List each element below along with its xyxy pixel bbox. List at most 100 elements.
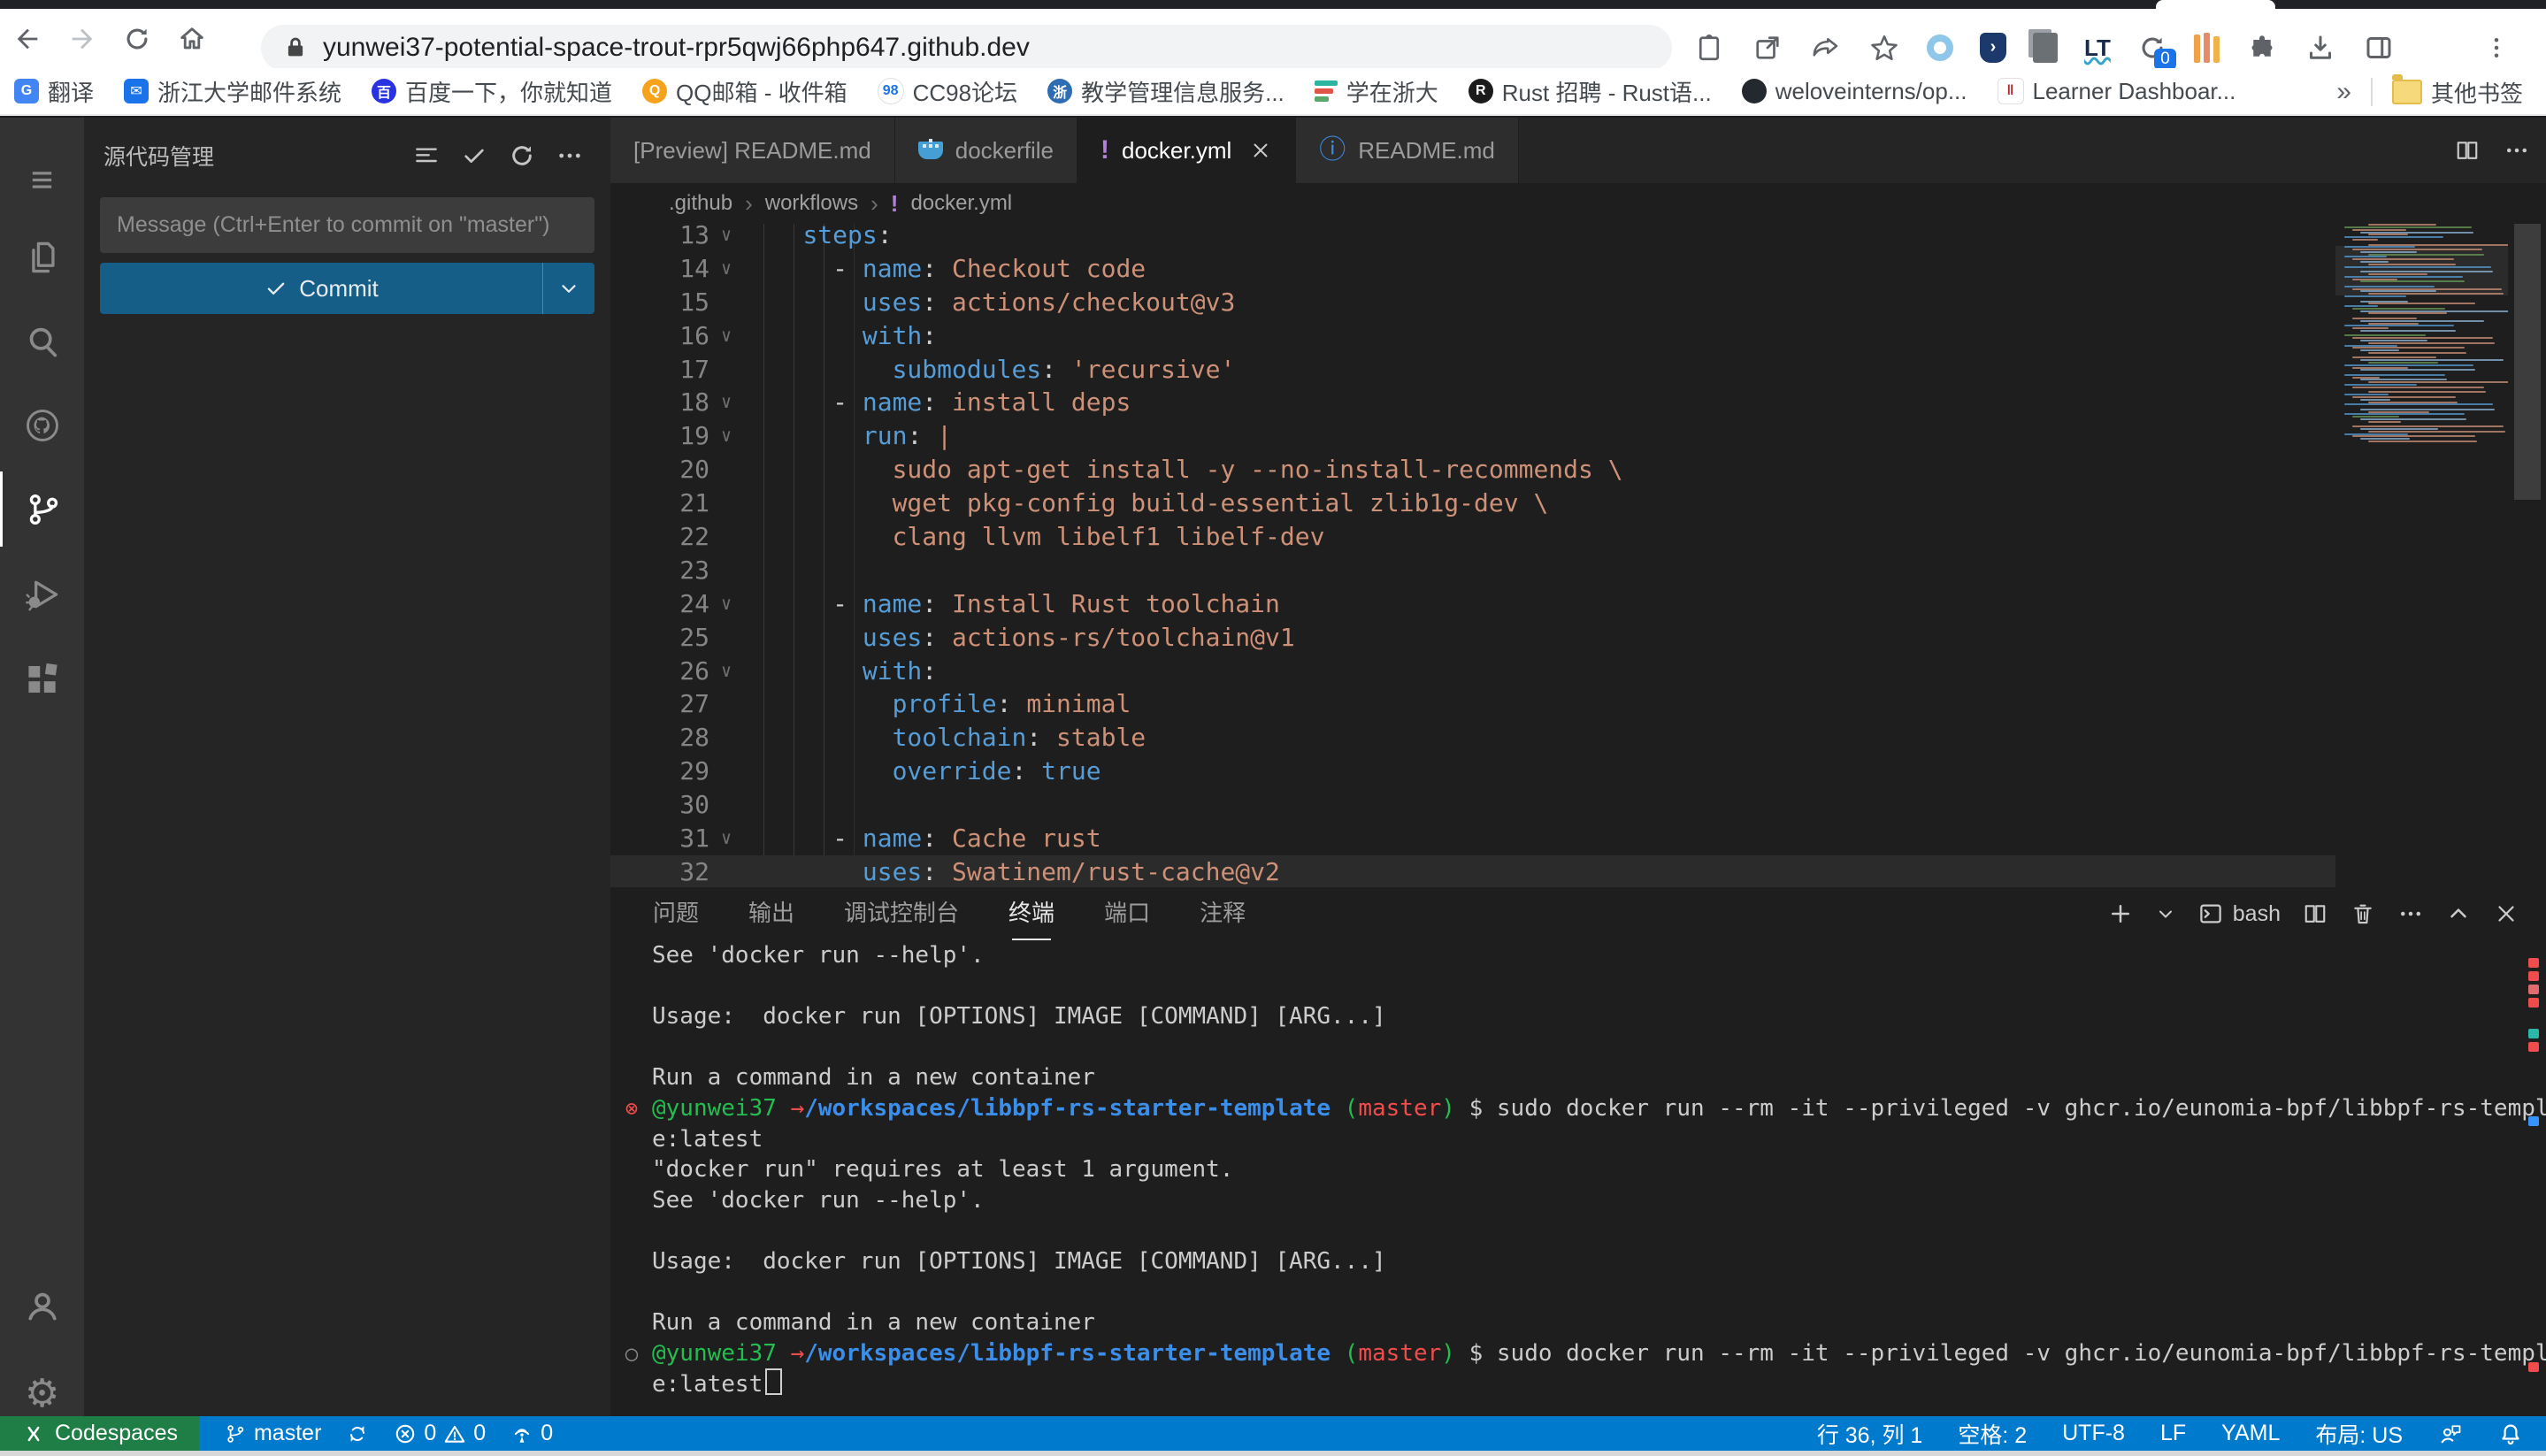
ring-extension-icon[interactable]	[1927, 34, 1953, 61]
panel-tab-2[interactable]: 调试控制台	[844, 895, 959, 933]
activity-item-menu[interactable]: ≡	[0, 142, 84, 218]
browser-menu-icon[interactable]	[2483, 32, 2510, 64]
status-indentation[interactable]: 空格: 2	[1958, 1418, 2027, 1450]
side-panel-icon[interactable]	[2363, 32, 2395, 64]
minimap-line	[2368, 323, 2419, 325]
commit-check-icon[interactable]	[460, 142, 488, 170]
panel-tab-0[interactable]: 问题	[653, 895, 699, 933]
activity-item-explorer[interactable]	[0, 219, 84, 295]
bookmark-favicon	[1742, 79, 1767, 103]
status-encoding[interactable]: UTF-8	[2062, 1421, 2125, 1446]
view-as-list-icon[interactable]	[412, 142, 441, 170]
editor-more-icon[interactable]	[2504, 137, 2530, 164]
bookmark-item[interactable]: QQQ邮箱 - 收件箱	[642, 75, 847, 108]
bookmark-star-icon[interactable]	[1868, 32, 1900, 64]
bookmark-item[interactable]: ‖Learner Dashboar...	[1998, 78, 2236, 105]
open-external-icon[interactable]	[1752, 32, 1783, 64]
terminal-profile-chevron-icon[interactable]	[2155, 900, 2176, 927]
panel-tab-5[interactable]: 注释	[1200, 895, 1246, 933]
panel-tab-3[interactable]: 终端	[1008, 895, 1054, 933]
downloads-icon[interactable]	[2304, 32, 2336, 64]
breadcrumb[interactable]: .github›workflows›!docker.yml	[610, 183, 2546, 224]
bookmark-item[interactable]: ✉浙江大学邮件系统	[124, 75, 341, 108]
minimap-line	[2368, 411, 2429, 413]
kill-terminal-icon[interactable]	[2350, 900, 2376, 927]
forward-icon[interactable]	[67, 24, 97, 54]
code-editor[interactable]: 13∨ steps:14∨ - name: Checkout code15 us…	[610, 183, 2335, 1005]
tab--preview-readme.md[interactable]: [Preview] README.md	[610, 118, 895, 183]
new-terminal-icon[interactable]	[2107, 900, 2134, 927]
close-panel-icon[interactable]	[2493, 900, 2519, 927]
pages-extension-icon[interactable]	[2033, 33, 2058, 63]
status-cursor-position[interactable]: 行 36, 列 1	[1817, 1418, 1923, 1450]
extensions-puzzle-icon[interactable]	[2246, 32, 2278, 64]
bullets-extension-icon[interactable]	[2194, 33, 2220, 63]
editor-scrollbar[interactable]	[2508, 183, 2546, 1005]
tab-docker.yml[interactable]: !docker.yml	[1077, 118, 1296, 183]
bookmark-item[interactable]: 学在浙大	[1315, 75, 1438, 108]
terminal-shell-chip[interactable]: bash	[2197, 900, 2281, 927]
terminal[interactable]: See 'docker run --help'.Usage: docker ru…	[610, 940, 2546, 1416]
bookmark-label: QQ邮箱 - 收件箱	[676, 75, 847, 108]
browser-avatar[interactable]: Y	[2421, 30, 2457, 65]
status-keyboard-layout[interactable]: 布局: US	[2315, 1418, 2403, 1450]
address-bar[interactable]: yunwei37-potential-space-trout-rpr5qwj66…	[261, 25, 1672, 71]
ports-indicator[interactable]: 0	[510, 1421, 553, 1446]
breadcrumb-item[interactable]: .github	[669, 191, 732, 216]
commit-button[interactable]: Commit	[100, 263, 594, 314]
bookmark-item[interactable]: 98CC98论坛	[878, 75, 1017, 108]
panel-more-icon[interactable]	[2397, 900, 2424, 927]
shield-extension-icon[interactable]: ›	[1980, 33, 2006, 63]
fold-chevron	[709, 721, 743, 755]
branch-indicator[interactable]: master	[224, 1421, 321, 1446]
tab-readme.md[interactable]: ⓘREADME.md	[1296, 118, 1519, 183]
back-icon[interactable]	[12, 24, 42, 54]
languagetool-extension-icon[interactable]: LT	[2084, 36, 2111, 59]
problems-indicator[interactable]: 0 0	[394, 1421, 486, 1446]
status-eol[interactable]: LF	[2160, 1421, 2186, 1446]
docker-whale-icon	[918, 142, 943, 159]
commit-dropdown[interactable]	[542, 263, 594, 314]
close-tab-icon[interactable]	[1249, 139, 1272, 162]
activity-item-extensions[interactable]	[0, 641, 84, 717]
more-actions-icon[interactable]	[556, 142, 584, 170]
other-bookmarks[interactable]: 其他书签	[2392, 76, 2523, 109]
clipboard-icon[interactable]	[1693, 32, 1725, 64]
remote-indicator[interactable]: Codespaces	[0, 1416, 199, 1451]
fold-chevron	[709, 353, 743, 387]
bell-icon[interactable]	[2498, 1422, 2523, 1446]
split-editor-icon[interactable]	[2454, 137, 2481, 164]
tab-dockerfile[interactable]: dockerfile	[895, 118, 1077, 183]
bookmarks-bar: G翻译 ✉浙江大学邮件系统百百度一下，你就知道 QQQ邮箱 - 收件箱 98CC98论…	[0, 68, 2546, 116]
status-language-mode[interactable]: YAML	[2221, 1421, 2280, 1446]
activity-item-account[interactable]	[0, 1268, 84, 1343]
breadcrumb-item[interactable]: workflows	[765, 191, 858, 216]
minimap-line	[2368, 421, 2401, 423]
refresh-repo-icon[interactable]	[508, 142, 536, 170]
maximize-panel-icon[interactable]	[2445, 900, 2472, 927]
refresh-extension-icon[interactable]: 0	[2137, 33, 2167, 63]
activity-item-github[interactable]	[0, 387, 84, 463]
scrollbar-thumb[interactable]	[2514, 221, 2541, 500]
sync-indicator[interactable]	[346, 1422, 369, 1445]
bookmark-item[interactable]: 浙教学管理信息服务...	[1047, 75, 1285, 108]
panel-tab-4[interactable]: 端口	[1104, 895, 1150, 933]
home-icon[interactable]	[177, 24, 207, 54]
bookmark-item[interactable]: G翻译	[14, 75, 94, 108]
commit-message-input[interactable]: Message (Ctrl+Enter to commit on "master…	[100, 197, 594, 253]
fold-chevron: ∨	[709, 587, 743, 621]
bookmark-item[interactable]: 百百度一下，你就知道	[372, 75, 612, 108]
activity-item-source-control[interactable]	[0, 471, 84, 547]
breadcrumb-item[interactable]: docker.yml	[910, 191, 1012, 216]
split-terminal-icon[interactable]	[2302, 900, 2328, 927]
activity-item-search[interactable]	[0, 303, 84, 379]
refresh-icon[interactable]	[122, 24, 152, 54]
panel-tab-1[interactable]: 输出	[748, 895, 794, 933]
share-icon[interactable]	[1810, 32, 1842, 64]
minimap[interactable]	[2335, 183, 2508, 1005]
bookmark-item[interactable]: RRust 招聘 - Rust语...	[1469, 75, 1712, 108]
bookmarks-overflow-chevron[interactable]: »	[2336, 77, 2351, 107]
activity-item-run-debug[interactable]	[0, 556, 84, 632]
feedback-icon[interactable]	[2438, 1422, 2463, 1446]
bookmark-item[interactable]: weloveinterns/op...	[1742, 78, 1967, 105]
